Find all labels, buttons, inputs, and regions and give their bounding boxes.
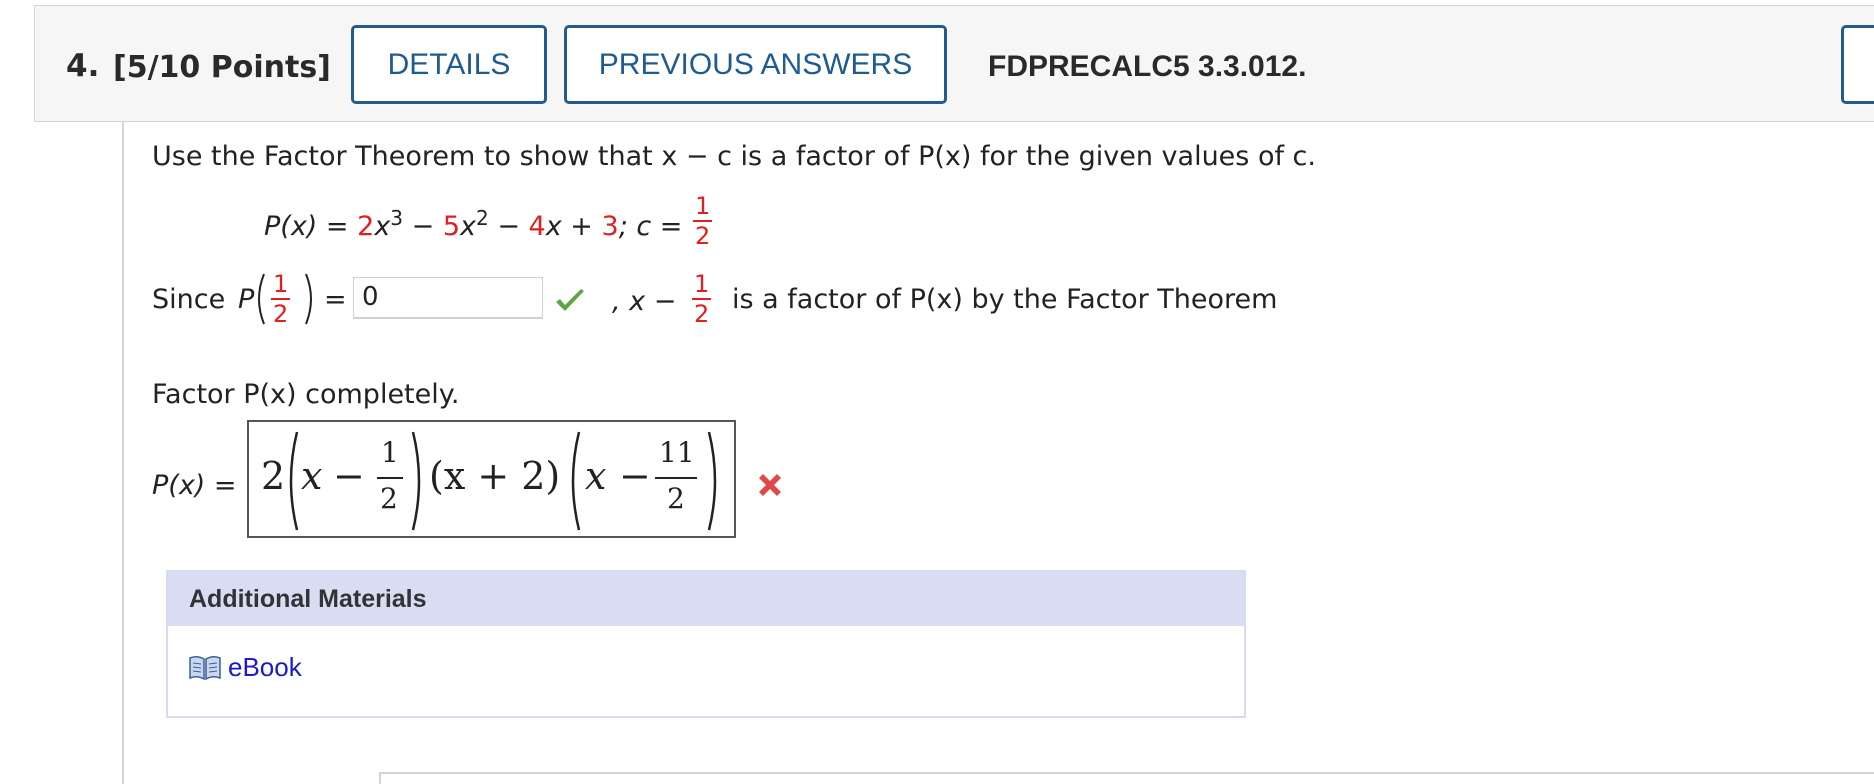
p-argument-fraction: 12 — [271, 270, 291, 328]
p-half-answer-input[interactable]: 0 — [353, 277, 543, 319]
factor-instruction: Factor P(x) completely. — [152, 379, 460, 410]
since-label: Since — [152, 284, 226, 315]
details-button[interactable]: DETAILS — [351, 25, 547, 104]
question-code: FDPRECALC5 3.3.012. — [988, 50, 1307, 83]
equals-sign: = — [324, 284, 347, 315]
ebook-link[interactable]: eBook — [188, 652, 302, 683]
x-mark-icon — [759, 474, 781, 496]
check-icon — [556, 289, 584, 311]
question-header: 4. [5/10 Points] DETAILS PREVIOUS ANSWER… — [34, 5, 1874, 122]
question-left-border — [122, 122, 124, 784]
question-intro: Use the Factor Theorem to show that x − … — [152, 141, 1316, 172]
ebook-label[interactable]: eBook — [228, 652, 302, 683]
factor-expression: , x − — [612, 286, 677, 317]
additional-materials-panel: Additional Materials eBook — [166, 570, 1246, 718]
factor-fraction: 12 — [692, 270, 712, 328]
previous-answers-button[interactable]: PREVIOUS ANSWERS — [564, 25, 947, 104]
header-action-button[interactable] — [1841, 25, 1874, 104]
book-icon — [189, 655, 221, 680]
factored-lhs: P(x) = — [152, 470, 237, 501]
next-section-border — [379, 772, 1874, 774]
next-section-border-left — [379, 772, 381, 784]
factored-answer-expression: 2 x − 1 2 (x + 2) x − 11 2 — [249, 422, 734, 536]
polynomial-definition: P(x) = 2x3 − 5x2 − 4x + 3; c = — [264, 206, 683, 242]
additional-materials-heading: Additional Materials — [168, 572, 1244, 626]
c-value-fraction: 12 — [693, 192, 713, 250]
question-points: [5/10 Points] — [113, 50, 331, 85]
factor-theorem-conclusion: is a factor of P(x) by the Factor Theore… — [732, 284, 1278, 315]
question-number: 4. — [66, 48, 100, 84]
factored-answer-box[interactable]: 2 x − 1 2 (x + 2) x − 11 2 — [247, 420, 736, 538]
